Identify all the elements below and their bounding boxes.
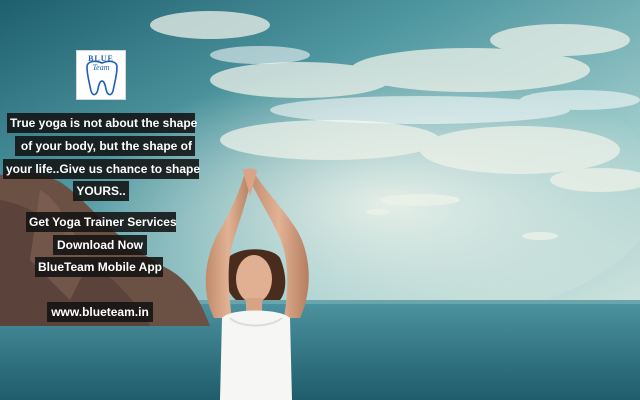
quote-line-1: True yoga is not about the shape bbox=[7, 113, 197, 133]
promo-line-download: Download Now bbox=[53, 235, 147, 255]
quote-line-3: your life..Give us chance to shape bbox=[3, 159, 200, 179]
tooth-logo-icon bbox=[86, 60, 118, 96]
quote-line-2: of your body, but the shape of bbox=[15, 136, 195, 156]
quote-line-4: YOURS.. bbox=[73, 181, 129, 201]
promo-line-services: Get Yoga Trainer Services bbox=[26, 212, 177, 232]
blueteam-logo: BLUE Team bbox=[76, 50, 126, 100]
promo-line-app: BlueTeam Mobile App bbox=[35, 257, 163, 277]
website-link[interactable]: www.blueteam.in bbox=[47, 302, 153, 322]
